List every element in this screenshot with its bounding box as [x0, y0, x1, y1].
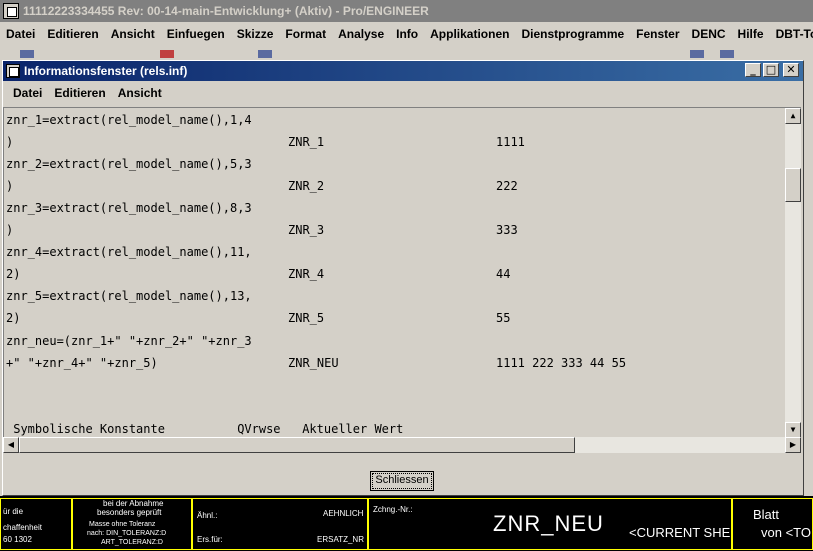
text-line: znr_1=extract(rel_model_name(),1,4	[6, 113, 252, 127]
menu-datei[interactable]: Datei	[0, 27, 41, 41]
app-window-icon[interactable]	[3, 3, 19, 19]
scroll-right-button[interactable]: ▶	[785, 437, 801, 453]
schliessen-button[interactable]: Schliessen	[370, 471, 434, 491]
text-line: ) ZNR_1 1111	[6, 135, 525, 149]
text-line: znr_5=extract(rel_model_name(),13,	[6, 289, 252, 303]
text-line: +" "+znr_4+" "+znr_5) ZNR_NEU 1111 222 333…	[6, 356, 627, 370]
title-block-cell: ür die chaffenheit 60 1302	[0, 498, 72, 550]
menu-format[interactable]: Format	[279, 27, 332, 41]
text-line: znr_neu=(znr_1+" "+znr_2+" "+znr_3	[6, 334, 252, 348]
info-text-area[interactable]: znr_1=extract(rel_model_name(),1,4 ) ZNR_…	[3, 107, 801, 437]
text-line: 2) ZNR_4 44	[6, 267, 511, 281]
dialog-title-bar[interactable]: Informationsfenster (rels.inf) _ □ ✕	[3, 61, 803, 81]
scroll-up-button[interactable]: ▲	[785, 108, 801, 124]
toolbar-icon[interactable]	[690, 50, 704, 58]
menu-ansicht[interactable]: Ansicht	[105, 27, 161, 41]
title-block-cell: bei der Abnahme besonders geprüft Masse …	[72, 498, 192, 550]
app-title-bar[interactable]: 11112223334455 Rev: 00-14-main-Entwicklu…	[0, 0, 813, 22]
menu-analyse[interactable]: Analyse	[332, 27, 390, 41]
menu-dienstprogramme[interactable]: Dienstprogramme	[515, 27, 630, 41]
dialog-title: Informationsfenster (rels.inf)	[24, 64, 188, 78]
horizontal-scroll-thumb[interactable]	[19, 437, 575, 453]
dialog-menu-bar: Datei Editieren Ansicht	[3, 81, 803, 105]
dialog-menu-datei[interactable]: Datei	[7, 86, 48, 100]
menu-einfuegen[interactable]: Einfuegen	[161, 27, 231, 41]
menu-hilfe[interactable]: Hilfe	[732, 27, 770, 41]
text-line: znr_3=extract(rel_model_name(),8,3	[6, 201, 252, 215]
title-block-cell: Blatt von <TO	[732, 498, 813, 550]
menu-skizze[interactable]: Skizze	[231, 27, 280, 41]
information-window: Informationsfenster (rels.inf) _ □ ✕ Dat…	[2, 60, 804, 496]
title-block-cell: Ähnl.: AEHNLICH Ers.für: ERSATZ_NR	[192, 498, 368, 550]
menu-applikationen[interactable]: Applikationen	[424, 27, 515, 41]
column-header-row: Symbolische Konstante QVrwse Aktueller W…	[6, 422, 404, 436]
text-line: ) ZNR_2 222	[6, 179, 518, 193]
menu-info[interactable]: Info	[390, 27, 424, 41]
dialog-menu-ansicht[interactable]: Ansicht	[112, 86, 168, 100]
menu-fenster[interactable]: Fenster	[630, 27, 685, 41]
scroll-left-button[interactable]: ◀	[3, 437, 19, 453]
drawing-number: ZNR_NEU	[493, 511, 604, 536]
menu-denc[interactable]: DENC	[686, 27, 732, 41]
app-menu-bar: Datei Editieren Ansicht Einfuegen Skizze…	[0, 22, 813, 46]
title-block-cell: Zchng.-Nr.: ZNR_NEU <CURRENT SHEET>	[368, 498, 732, 550]
menu-editieren[interactable]: Editieren	[41, 27, 104, 41]
scroll-down-button[interactable]: ▼	[785, 422, 801, 437]
app-title: 11112223334455 Rev: 00-14-main-Entwicklu…	[23, 4, 429, 18]
vertical-scroll-thumb[interactable]	[785, 168, 801, 202]
text-line: 2) ZNR_5 55	[6, 311, 511, 325]
menu-dbt-tools[interactable]: DBT-Tools	[770, 27, 813, 41]
toolbar-icon[interactable]	[20, 50, 34, 58]
close-window-button[interactable]: ✕	[783, 63, 799, 77]
toolbar-icon[interactable]	[258, 50, 272, 58]
app-toolbar	[0, 46, 813, 60]
text-line: znr_4=extract(rel_model_name(),11,	[6, 245, 252, 259]
minimize-button[interactable]: _	[745, 63, 761, 77]
toolbar-icon[interactable]	[160, 50, 174, 58]
horizontal-scrollbar[interactable]: ◀ ▶	[3, 437, 801, 453]
text-line: znr_2=extract(rel_model_name(),5,3	[6, 157, 252, 171]
drawing-title-block: ür die chaffenheit 60 1302 bei der Abnah…	[0, 496, 813, 551]
dialog-menu-editieren[interactable]: Editieren	[48, 86, 111, 100]
vertical-scrollbar[interactable]: ▲ ▼	[785, 108, 801, 437]
window-icon[interactable]	[6, 64, 20, 78]
toolbar-icon[interactable]	[720, 50, 734, 58]
text-line: ) ZNR_3 333	[6, 223, 518, 237]
maximize-button[interactable]: □	[763, 63, 779, 77]
